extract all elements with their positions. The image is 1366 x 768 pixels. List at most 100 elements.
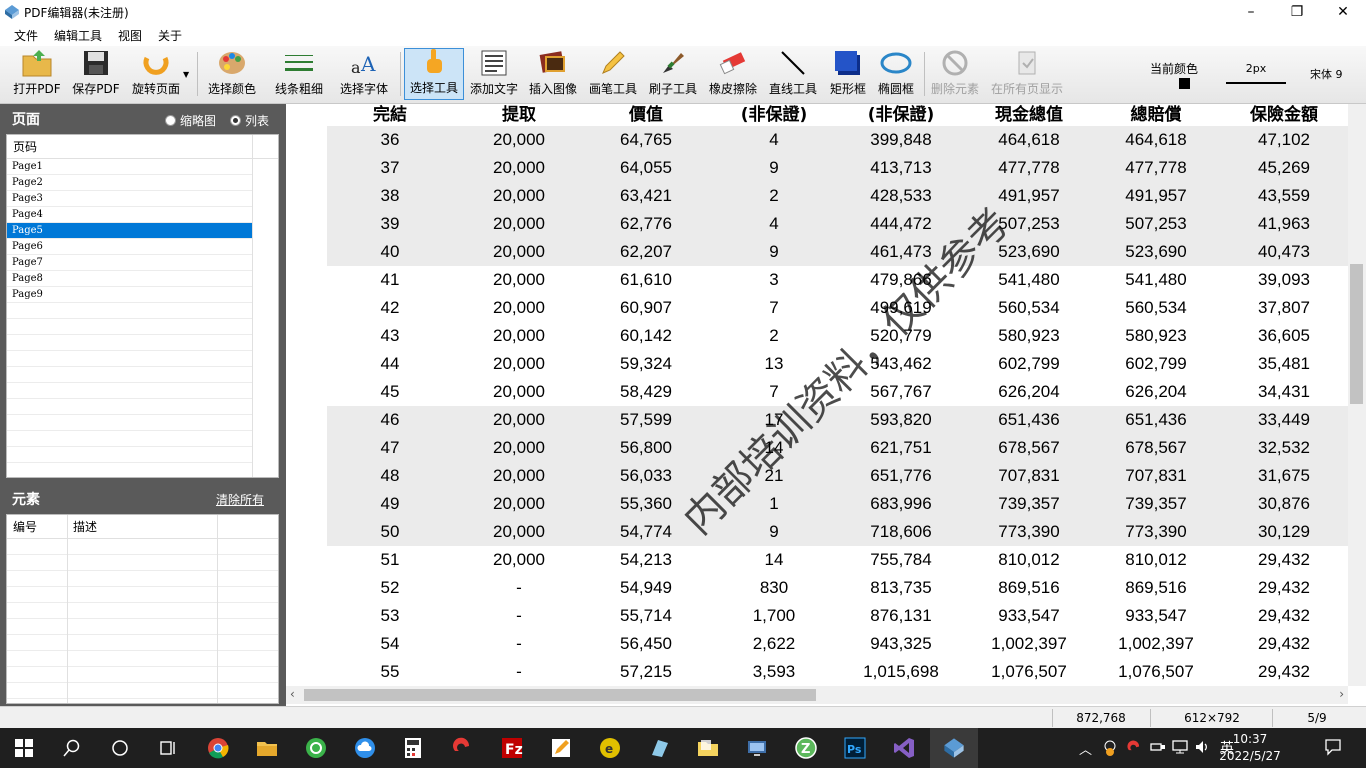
cortana-icon[interactable] (108, 736, 132, 760)
select-font-button[interactable]: aA 选择字体 (335, 48, 393, 100)
document-view[interactable]: 完結 提取 價值 (非保證) (非保證) 現金總值 總賠償 保險金額 36 20,000 64,7… (288, 104, 1348, 686)
table-cell: 541,480 (998, 270, 1060, 289)
menu-about[interactable]: 关于 (150, 27, 190, 44)
pdf-editor-icon[interactable] (942, 736, 966, 760)
table-cell: 2 (769, 326, 779, 345)
brush-tool-button[interactable]: 刷子工具 (646, 48, 700, 100)
scroll-left-icon[interactable]: ‹ (290, 687, 295, 701)
network-icon[interactable] (1172, 740, 1188, 758)
usb-icon[interactable] (1150, 740, 1166, 758)
pen-tool-button[interactable]: 画笔工具 (586, 48, 640, 100)
page-list-item[interactable]: Page5 (7, 223, 252, 239)
search-icon[interactable] (60, 736, 84, 760)
page-list-item[interactable]: Page1 (7, 159, 252, 175)
horizontal-scrollbar[interactable]: ‹ › (286, 686, 1348, 704)
line-tool-button[interactable]: 直线工具 (766, 48, 820, 100)
table-cell: 1,076,507 (991, 662, 1067, 681)
rectangle-tool-button[interactable]: 矩形框 (826, 48, 870, 100)
table-cell: 20,000 (493, 298, 545, 317)
table-cell: 3 (769, 270, 779, 289)
palette-icon (219, 52, 245, 74)
line-width-icon (285, 55, 313, 71)
ellipse-tool-button[interactable]: 椭圆框 (874, 48, 918, 100)
empty-list-row (7, 603, 278, 619)
vertical-scrollbar[interactable] (1348, 104, 1366, 686)
table-row: 48 20,000 56,033 21 651,776 707,831 707,831 31,… (327, 462, 1348, 490)
maximize-button[interactable]: ❐ (1274, 0, 1320, 24)
filezilla-icon[interactable]: Fz (500, 736, 524, 760)
close-button[interactable]: ✕ (1320, 0, 1366, 24)
add-text-button[interactable]: 添加文字 (466, 48, 522, 100)
file-explorer-icon[interactable] (255, 736, 279, 760)
tray-red-icon[interactable] (1126, 740, 1142, 760)
calculator-icon[interactable] (401, 736, 425, 760)
visual-studio-icon[interactable] (892, 736, 916, 760)
remote-icon[interactable] (745, 736, 769, 760)
table-row: 46 20,000 57,599 17 593,820 651,436 651,436 33,… (327, 406, 1348, 434)
eraser-button[interactable]: 橡皮擦除 (706, 48, 760, 100)
scroll-thumb[interactable] (304, 689, 816, 701)
thumbnail-view-radio[interactable]: 缩略图 (165, 112, 216, 129)
font-icon: aA (351, 52, 376, 77)
scroll-right-icon[interactable]: › (1339, 687, 1344, 701)
start-icon[interactable] (12, 736, 36, 760)
page-list-item[interactable]: Page6 (7, 239, 252, 255)
table-cell: 651,776 (870, 466, 932, 485)
table-cell: 32,532 (1258, 438, 1310, 457)
insert-image-button[interactable]: 插入图像 (526, 48, 580, 100)
task-view-icon[interactable] (156, 736, 180, 760)
select-color-button[interactable]: 选择颜色 (204, 48, 260, 100)
menu-edit-tools[interactable]: 编辑工具 (46, 27, 110, 44)
table-cell: 17 (764, 410, 784, 429)
page-list-item[interactable]: Page8 (7, 271, 252, 287)
page-list-item[interactable]: Page3 (7, 191, 252, 207)
table-cell: 602,799 (1125, 354, 1187, 373)
volume-icon[interactable] (1195, 740, 1211, 758)
page-list-item[interactable]: Page4 (7, 207, 252, 223)
editor-icon[interactable] (549, 736, 573, 760)
chevron-down-icon[interactable]: ▼ (183, 70, 189, 79)
tool-app-icon[interactable] (647, 736, 671, 760)
list-view-radio[interactable]: 列表 (230, 112, 269, 129)
save-pdf-button[interactable]: 保存PDF (68, 48, 124, 100)
menu-bar: 文件 编辑工具 视图 关于 (0, 24, 1366, 46)
table-cell: 678,567 (1125, 438, 1187, 457)
table-cell: 47 (380, 438, 400, 457)
e-app-icon[interactable]: e (598, 736, 622, 760)
folder-app-icon[interactable] (696, 736, 720, 760)
scroll-thumb[interactable] (1350, 264, 1363, 404)
table-row: 43 20,000 60,142 2 520,779 580,923 580,923 36,6… (327, 322, 1348, 350)
svg-text:Ps: Ps (847, 743, 862, 756)
table-cell: 57,215 (620, 662, 672, 681)
minimize-button[interactable]: – (1228, 0, 1274, 24)
browser-360-icon[interactable] (304, 736, 328, 760)
chrome-icon[interactable] (206, 736, 230, 760)
page-list-item[interactable]: Page2 (7, 175, 252, 191)
open-pdf-button[interactable]: 打开PDF (8, 48, 66, 100)
delete-element-button[interactable]: 删除元素 (928, 48, 982, 100)
eraser-icon (719, 52, 746, 75)
notification-icon[interactable] (1324, 738, 1342, 760)
table-cell: 560,534 (998, 298, 1060, 317)
line-width-button[interactable]: 线条粗细 (270, 48, 328, 100)
clock[interactable]: 10:37 2022/5/27 (1218, 731, 1282, 765)
tray-app-icon[interactable] (1102, 740, 1118, 760)
app-red-icon[interactable] (450, 736, 474, 760)
pen-size-value[interactable]: 2px (1226, 62, 1286, 75)
menu-file[interactable]: 文件 (6, 27, 46, 44)
pencil-icon (602, 51, 625, 74)
cursor-coords: 872,768 (1076, 711, 1126, 725)
rotate-page-button[interactable]: 旋转页面 (126, 48, 186, 100)
photoshop-icon[interactable]: Ps (843, 736, 867, 760)
cloud-icon[interactable] (353, 736, 377, 760)
current-color-swatch[interactable] (1179, 78, 1190, 89)
show-hidden-icons[interactable]: ︿ (1079, 739, 1092, 758)
page-list-item[interactable]: Page9 (7, 287, 252, 303)
z-app-icon[interactable]: Z (794, 736, 818, 760)
page-list-item[interactable]: Page7 (7, 255, 252, 271)
clear-all-link[interactable]: 清除所有 (216, 491, 264, 508)
font-value[interactable]: 宋体 9 (1310, 66, 1343, 82)
menu-view[interactable]: 视图 (110, 27, 150, 44)
show-all-pages-button[interactable]: 在所有页显示 (988, 48, 1066, 100)
select-tool-button[interactable]: 选择工具 (404, 48, 464, 100)
